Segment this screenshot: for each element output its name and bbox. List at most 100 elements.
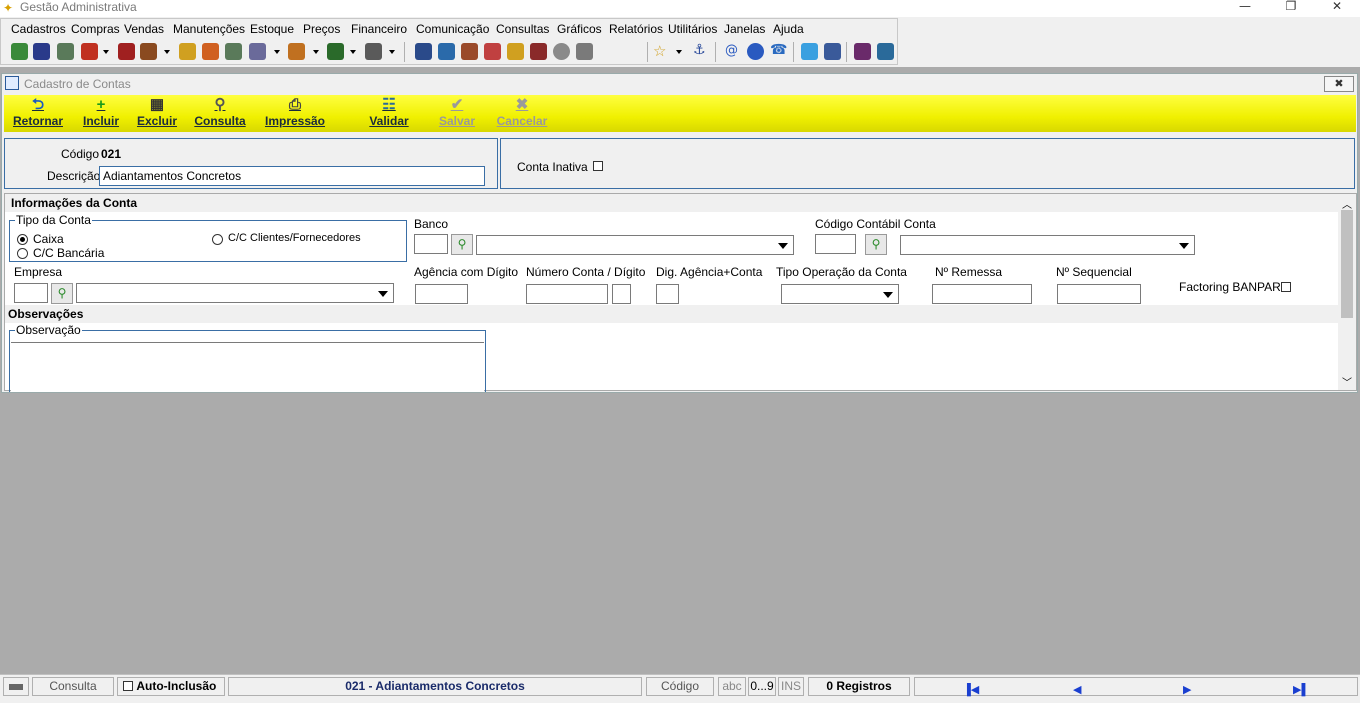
- menu-ajuda[interactable]: Ajuda: [773, 22, 804, 36]
- menu-estoque[interactable]: Estoque: [250, 22, 294, 36]
- descricao-input[interactable]: Adiantamentos Concretos: [99, 166, 485, 186]
- money-icon[interactable]: [327, 43, 344, 60]
- people-icon[interactable]: [33, 43, 50, 60]
- sequencial-input[interactable]: [1057, 284, 1141, 304]
- lock-icon[interactable]: [507, 43, 524, 60]
- calculator-icon[interactable]: [118, 43, 135, 60]
- scroll-up-icon[interactable]: ︿: [1342, 196, 1352, 211]
- globe-icon[interactable]: [11, 43, 28, 60]
- user-icon[interactable]: [553, 43, 570, 60]
- agencia-input[interactable]: [415, 284, 468, 304]
- remessa-input[interactable]: [932, 284, 1032, 304]
- codigo-contabil-lookup-button[interactable]: ⚲: [865, 234, 887, 255]
- banco-code-input[interactable]: [414, 234, 448, 254]
- menu-consultas[interactable]: Consultas: [496, 22, 549, 36]
- worker-icon[interactable]: [288, 43, 305, 60]
- menu-relatorios[interactable]: Relatórios: [609, 22, 663, 36]
- numero-conta-input[interactable]: [526, 284, 608, 304]
- sort-field-button[interactable]: Código: [646, 677, 714, 696]
- cd-icon[interactable]: [202, 43, 219, 60]
- printer-icon[interactable]: [530, 43, 547, 60]
- monitor-icon[interactable]: [854, 43, 871, 60]
- add-user-icon[interactable]: [576, 43, 593, 60]
- calendar-icon[interactable]: [415, 43, 432, 60]
- menu-precos[interactable]: Preços: [303, 22, 340, 36]
- factoring-checkbox[interactable]: [1281, 282, 1291, 292]
- scroll-thumb[interactable]: [1341, 210, 1353, 318]
- facebook-icon[interactable]: [824, 43, 841, 60]
- keyboard-icon[interactable]: [3, 677, 29, 696]
- chevron-down-icon[interactable]: [274, 50, 280, 54]
- chevron-down-icon[interactable]: [103, 50, 109, 54]
- observacao-textarea[interactable]: [11, 342, 484, 392]
- excluir-button[interactable]: ▦ Excluir: [134, 97, 180, 129]
- vertical-scrollbar[interactable]: ︿ ﹀: [1338, 194, 1356, 390]
- box-icon[interactable]: [140, 43, 157, 60]
- empresa-code-input[interactable]: [14, 283, 48, 303]
- truck-icon[interactable]: [249, 43, 266, 60]
- menu-janelas[interactable]: Janelas: [724, 22, 765, 36]
- menu-cadastros[interactable]: Cadastros: [11, 22, 66, 36]
- descricao-label: Descrição: [47, 169, 101, 183]
- codigo-contabil-input[interactable]: [815, 234, 856, 254]
- phone-icon[interactable]: ☎: [770, 42, 787, 58]
- cancelar-button[interactable]: ✖ Cancelar: [494, 97, 550, 129]
- web-icon[interactable]: [747, 43, 764, 60]
- consulta-button[interactable]: ⚲ Consulta: [192, 97, 248, 129]
- back-arrow-icon: ⮌: [31, 96, 44, 113]
- banco-select[interactable]: [476, 235, 794, 255]
- radio-cc-clientes[interactable]: [212, 234, 223, 245]
- prev-record-icon[interactable]: ◀: [1073, 682, 1081, 699]
- auto-inclusao-toggle[interactable]: Auto-Inclusão: [117, 677, 225, 696]
- keyboard-icon[interactable]: [438, 43, 455, 60]
- clipboard-icon[interactable]: [461, 43, 478, 60]
- empresa-select[interactable]: [76, 283, 394, 303]
- dig-agencia-input[interactable]: [656, 284, 679, 304]
- codigo-contabil-select[interactable]: [900, 235, 1195, 255]
- menu-manutencoes[interactable]: Manutenções: [173, 22, 245, 36]
- menu-utilitarios[interactable]: Utilitários: [668, 22, 717, 36]
- impressao-button[interactable]: ⎙ Impressão: [262, 97, 328, 129]
- report-icon[interactable]: [484, 43, 501, 60]
- anchor-icon[interactable]: ⚓: [693, 42, 706, 58]
- minimize-button[interactable]: —: [1222, 0, 1268, 17]
- chevron-down-icon[interactable]: [313, 50, 319, 54]
- salvar-button[interactable]: ✔ Salvar: [434, 97, 480, 129]
- empresa-lookup-button[interactable]: ⚲: [51, 283, 73, 304]
- banco-lookup-button[interactable]: ⚲: [451, 234, 473, 255]
- conta-inativa-checkbox[interactable]: [593, 161, 603, 171]
- child-close-button[interactable]: ✖: [1324, 76, 1354, 92]
- settings-icon[interactable]: [365, 43, 382, 60]
- menu-graficos[interactable]: Gráficos: [557, 22, 602, 36]
- chevron-down-icon[interactable]: [350, 50, 356, 54]
- star-icon[interactable]: ☆: [653, 42, 666, 60]
- maximize-button[interactable]: ❐: [1268, 0, 1314, 17]
- scroll-down-icon[interactable]: ﹀: [1342, 374, 1352, 389]
- retornar-button[interactable]: ⮌ Retornar: [8, 96, 68, 129]
- menu-financeiro[interactable]: Financeiro: [351, 22, 407, 36]
- twitter-icon[interactable]: [801, 43, 818, 60]
- validar-button[interactable]: ☷ Validar: [366, 97, 412, 129]
- last-record-icon[interactable]: ▶▌: [1293, 682, 1309, 699]
- tree-icon[interactable]: [57, 43, 74, 60]
- incluir-button[interactable]: + Incluir: [78, 97, 124, 129]
- chevron-down-icon[interactable]: [389, 50, 395, 54]
- tipo-operacao-select[interactable]: [781, 284, 899, 304]
- close-button[interactable]: ✕: [1314, 0, 1360, 17]
- chevron-down-icon[interactable]: [164, 50, 170, 54]
- menu-vendas[interactable]: Vendas: [124, 22, 164, 36]
- menu-comunicacao[interactable]: Comunicação: [416, 22, 489, 36]
- numero-conta-digito-input[interactable]: [612, 284, 631, 304]
- next-record-icon[interactable]: ▶: [1183, 682, 1191, 699]
- menu-compras[interactable]: Compras: [71, 22, 120, 36]
- hierarchy-icon[interactable]: [225, 43, 242, 60]
- window-icon[interactable]: [877, 43, 894, 60]
- first-record-icon[interactable]: ▐◀: [963, 682, 979, 699]
- notebook-icon[interactable]: [179, 43, 196, 60]
- chevron-down-icon[interactable]: [676, 50, 682, 54]
- radio-caixa[interactable]: [17, 234, 28, 245]
- network-icon[interactable]: [81, 43, 98, 60]
- radio-cc-bancaria[interactable]: [17, 248, 28, 259]
- auto-inclusao-checkbox[interactable]: [123, 681, 133, 691]
- email-icon[interactable]: @: [725, 43, 738, 58]
